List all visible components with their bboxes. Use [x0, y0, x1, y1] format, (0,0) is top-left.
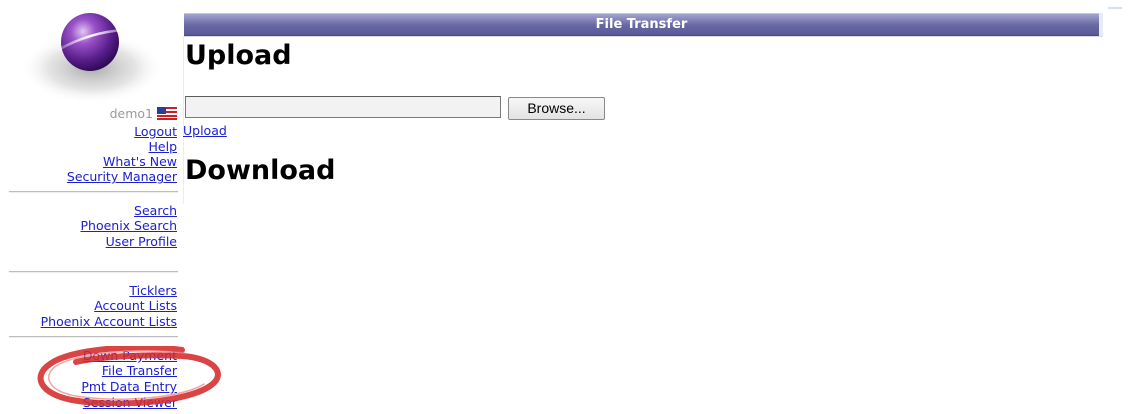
main-content: File Transfer Upload Browse... Upload Do…: [180, 0, 1143, 414]
sidebar-divider: [9, 271, 178, 273]
help-link[interactable]: Help: [149, 139, 178, 154]
page-title-bar: File Transfer: [184, 13, 1099, 36]
file-path-input[interactable]: [185, 96, 501, 118]
account-lists-link[interactable]: Account Lists: [94, 298, 177, 313]
sidebar-divider: [9, 336, 178, 338]
username-label: demo1: [109, 105, 153, 121]
upload-link[interactable]: Upload: [183, 123, 227, 138]
content-left-border: [183, 36, 184, 204]
application-window: demo1 Logout Help What's New Security Ma…: [0, 0, 1143, 414]
browse-button[interactable]: Browse...: [508, 97, 605, 120]
pmt-data-entry-link[interactable]: Pmt Data Entry: [81, 379, 177, 394]
title-bar-edge: [1099, 13, 1103, 36]
us-flag-icon: [157, 106, 177, 120]
ticklers-link[interactable]: Ticklers: [129, 283, 177, 298]
logo-sphere: [61, 13, 119, 71]
security-manager-link[interactable]: Security Manager: [67, 169, 177, 184]
sidebar-divider: [9, 191, 178, 193]
title-divider: [184, 36, 1103, 37]
download-heading: Download: [185, 155, 336, 186]
whats-new-link[interactable]: What's New: [103, 154, 177, 169]
file-transfer-link[interactable]: File Transfer: [102, 363, 177, 378]
session-viewer-link[interactable]: Session Viewer: [83, 395, 177, 410]
search-link[interactable]: Search: [134, 203, 177, 218]
corner-decoration: [1108, 7, 1122, 9]
user-profile-link[interactable]: User Profile: [106, 234, 177, 249]
logo: [20, 13, 164, 104]
sidebar-nav: demo1 Logout Help What's New Security Ma…: [0, 0, 221, 414]
logout-link[interactable]: Logout: [134, 124, 177, 139]
phoenix-account-lists-link[interactable]: Phoenix Account Lists: [41, 314, 177, 329]
phoenix-search-link[interactable]: Phoenix Search: [80, 218, 177, 233]
user-info: demo1: [110, 105, 177, 121]
down-payment-link[interactable]: Down Payment: [83, 348, 177, 363]
upload-heading: Upload: [185, 40, 292, 71]
